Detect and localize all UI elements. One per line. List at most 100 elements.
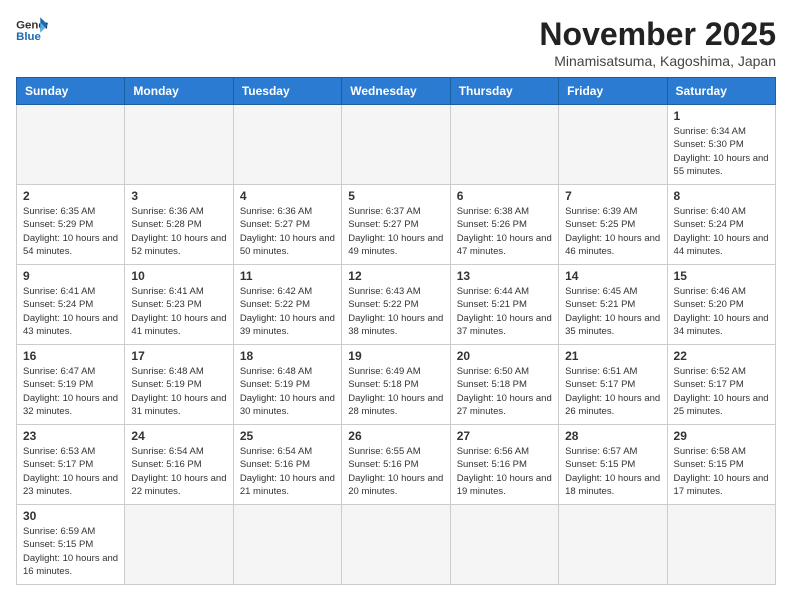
day-info: Sunrise: 6:56 AM Sunset: 5:16 PM Dayligh…: [457, 445, 552, 498]
calendar-week-row: 23 Sunrise: 6:53 AM Sunset: 5:17 PM Dayli…: [17, 425, 776, 505]
weekday-header: Monday: [125, 78, 233, 105]
calendar-cell: [559, 505, 667, 585]
day-info: Sunrise: 6:55 AM Sunset: 5:16 PM Dayligh…: [348, 445, 443, 498]
calendar-cell: [559, 105, 667, 185]
location-title: Minamisatsuma, Kagoshima, Japan: [539, 53, 776, 69]
weekday-header: Wednesday: [342, 78, 450, 105]
calendar-cell: 22Sunrise: 6:52 AM Sunset: 5:17 PM Dayli…: [667, 345, 775, 425]
calendar-cell: 8 Sunrise: 6:40 AM Sunset: 5:24 PM Daylig…: [667, 185, 775, 265]
calendar-cell: 5 Sunrise: 6:37 AM Sunset: 5:27 PM Daylig…: [342, 185, 450, 265]
calendar-cell: 9Sunrise: 6:41 AM Sunset: 5:24 PM Daylig…: [17, 265, 125, 345]
logo: General Blue: [16, 16, 48, 44]
day-number: 16: [23, 349, 118, 363]
day-info: Sunrise: 6:57 AM Sunset: 5:15 PM Dayligh…: [565, 445, 660, 498]
day-number: 6: [457, 189, 552, 203]
day-number: 2: [23, 189, 118, 203]
day-number: 27: [457, 429, 552, 443]
calendar-cell: 19 Sunrise: 6:49 AM Sunset: 5:18 PM Dayli…: [342, 345, 450, 425]
day-info: Sunrise: 6:54 AM Sunset: 5:16 PM Dayligh…: [240, 445, 335, 498]
logo-icon: General Blue: [16, 16, 48, 44]
calendar-week-row: 30Sunrise: 6:59 AM Sunset: 5:15 PM Dayli…: [17, 505, 776, 585]
weekday-header: Sunday: [17, 78, 125, 105]
day-number: 18: [240, 349, 335, 363]
day-number: 22: [674, 349, 769, 363]
calendar-cell: [125, 505, 233, 585]
day-info: Sunrise: 6:46 AM Sunset: 5:20 PM Dayligh…: [674, 285, 769, 338]
day-info: Sunrise: 6:49 AM Sunset: 5:18 PM Dayligh…: [348, 365, 443, 418]
day-info: Sunrise: 6:39 AM Sunset: 5:25 PM Dayligh…: [565, 205, 660, 258]
day-info: Sunrise: 6:45 AM Sunset: 5:21 PM Dayligh…: [565, 285, 660, 338]
day-number: 24: [131, 429, 226, 443]
day-info: Sunrise: 6:34 AM Sunset: 5:30 PM Dayligh…: [674, 125, 769, 178]
calendar-cell: 29 Sunrise: 6:58 AM Sunset: 5:15 PM Dayli…: [667, 425, 775, 505]
day-number: 13: [457, 269, 552, 283]
calendar-cell: 30Sunrise: 6:59 AM Sunset: 5:15 PM Dayli…: [17, 505, 125, 585]
day-info: Sunrise: 6:40 AM Sunset: 5:24 PM Dayligh…: [674, 205, 769, 258]
calendar-cell: 24Sunrise: 6:54 AM Sunset: 5:16 PM Dayli…: [125, 425, 233, 505]
calendar-cell: [125, 105, 233, 185]
calendar-week-row: 2 Sunrise: 6:35 AM Sunset: 5:29 PM Daylig…: [17, 185, 776, 265]
weekday-header: Saturday: [667, 78, 775, 105]
day-info: Sunrise: 6:58 AM Sunset: 5:15 PM Dayligh…: [674, 445, 769, 498]
calendar-cell: 4Sunrise: 6:36 AM Sunset: 5:27 PM Daylig…: [233, 185, 341, 265]
day-info: Sunrise: 6:53 AM Sunset: 5:17 PM Dayligh…: [23, 445, 118, 498]
calendar-cell: 7 Sunrise: 6:39 AM Sunset: 5:25 PM Daylig…: [559, 185, 667, 265]
day-number: 19: [348, 349, 443, 363]
calendar-cell: 23 Sunrise: 6:53 AM Sunset: 5:17 PM Dayli…: [17, 425, 125, 505]
calendar-cell: 6Sunrise: 6:38 AM Sunset: 5:26 PM Daylig…: [450, 185, 558, 265]
day-number: 7: [565, 189, 660, 203]
title-block: November 2025 Minamisatsuma, Kagoshima, …: [539, 16, 776, 69]
day-number: 20: [457, 349, 552, 363]
day-info: Sunrise: 6:41 AM Sunset: 5:23 PM Dayligh…: [131, 285, 226, 338]
calendar-week-row: 9Sunrise: 6:41 AM Sunset: 5:24 PM Daylig…: [17, 265, 776, 345]
calendar-cell: 16 Sunrise: 6:47 AM Sunset: 5:19 PM Dayli…: [17, 345, 125, 425]
day-info: Sunrise: 6:47 AM Sunset: 5:19 PM Dayligh…: [23, 365, 118, 418]
calendar-cell: [17, 105, 125, 185]
calendar-cell: 12Sunrise: 6:43 AM Sunset: 5:22 PM Dayli…: [342, 265, 450, 345]
day-number: 3: [131, 189, 226, 203]
day-info: Sunrise: 6:48 AM Sunset: 5:19 PM Dayligh…: [131, 365, 226, 418]
calendar-cell: [342, 505, 450, 585]
calendar-cell: 2 Sunrise: 6:35 AM Sunset: 5:29 PM Daylig…: [17, 185, 125, 265]
calendar-cell: [450, 105, 558, 185]
day-number: 28: [565, 429, 660, 443]
day-number: 12: [348, 269, 443, 283]
day-info: Sunrise: 6:48 AM Sunset: 5:19 PM Dayligh…: [240, 365, 335, 418]
day-info: Sunrise: 6:35 AM Sunset: 5:29 PM Dayligh…: [23, 205, 118, 258]
calendar-cell: 10 Sunrise: 6:41 AM Sunset: 5:23 PM Dayli…: [125, 265, 233, 345]
calendar-cell: [233, 105, 341, 185]
calendar-table: SundayMondayTuesdayWednesdayThursdayFrid…: [16, 77, 776, 585]
day-number: 10: [131, 269, 226, 283]
day-number: 15: [674, 269, 769, 283]
calendar-cell: 20 Sunrise: 6:50 AM Sunset: 5:18 PM Dayli…: [450, 345, 558, 425]
day-number: 25: [240, 429, 335, 443]
day-number: 8: [674, 189, 769, 203]
day-number: 11: [240, 269, 335, 283]
day-info: Sunrise: 6:50 AM Sunset: 5:18 PM Dayligh…: [457, 365, 552, 418]
day-number: 29: [674, 429, 769, 443]
calendar-cell: 25 Sunrise: 6:54 AM Sunset: 5:16 PM Dayli…: [233, 425, 341, 505]
calendar-cell: 1Sunrise: 6:34 AM Sunset: 5:30 PM Daylig…: [667, 105, 775, 185]
calendar-cell: [667, 505, 775, 585]
calendar-cell: [233, 505, 341, 585]
day-number: 17: [131, 349, 226, 363]
day-info: Sunrise: 6:42 AM Sunset: 5:22 PM Dayligh…: [240, 285, 335, 338]
day-number: 23: [23, 429, 118, 443]
calendar-cell: 15 Sunrise: 6:46 AM Sunset: 5:20 PM Dayli…: [667, 265, 775, 345]
day-number: 5: [348, 189, 443, 203]
calendar-cell: 14Sunrise: 6:45 AM Sunset: 5:21 PM Dayli…: [559, 265, 667, 345]
day-number: 30: [23, 509, 118, 523]
svg-text:Blue: Blue: [16, 31, 41, 43]
weekday-header: Friday: [559, 78, 667, 105]
calendar-cell: 28 Sunrise: 6:57 AM Sunset: 5:15 PM Dayli…: [559, 425, 667, 505]
weekday-header-row: SundayMondayTuesdayWednesdayThursdayFrid…: [17, 78, 776, 105]
header: General Blue November 2025 Minamisatsuma…: [16, 16, 776, 69]
weekday-header: Tuesday: [233, 78, 341, 105]
day-info: Sunrise: 6:37 AM Sunset: 5:27 PM Dayligh…: [348, 205, 443, 258]
calendar-cell: 27 Sunrise: 6:56 AM Sunset: 5:16 PM Dayli…: [450, 425, 558, 505]
day-info: Sunrise: 6:36 AM Sunset: 5:28 PM Dayligh…: [131, 205, 226, 258]
calendar-cell: 3 Sunrise: 6:36 AM Sunset: 5:28 PM Daylig…: [125, 185, 233, 265]
day-info: Sunrise: 6:44 AM Sunset: 5:21 PM Dayligh…: [457, 285, 552, 338]
calendar-week-row: 16 Sunrise: 6:47 AM Sunset: 5:19 PM Dayli…: [17, 345, 776, 425]
calendar-cell: [450, 505, 558, 585]
